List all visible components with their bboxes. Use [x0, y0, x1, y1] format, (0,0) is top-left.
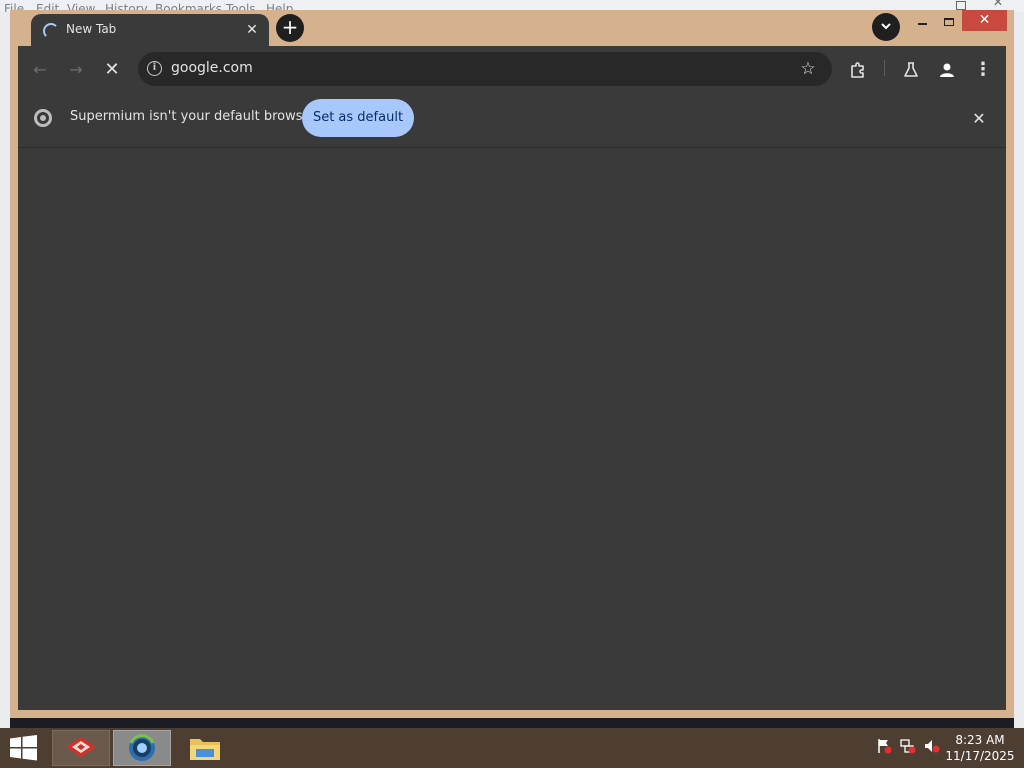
profile-button[interactable]	[935, 58, 959, 82]
clock-time: 8:23 AM	[955, 733, 1005, 747]
default-browser-infobar: Supermium isn't your default browser Set…	[18, 92, 1006, 148]
background-window-edge-right	[1014, 12, 1024, 728]
taskbar-supermium-browser[interactable]	[113, 730, 171, 766]
site-info-icon[interactable]: i	[147, 61, 162, 76]
app-diamond-icon	[66, 737, 96, 757]
toolbar-separator	[884, 60, 885, 76]
infobar-close-button[interactable]: ✕	[968, 108, 990, 130]
page-content[interactable]	[18, 149, 1006, 710]
bg-restore-icon[interactable]	[956, 1, 966, 10]
background-window-edge-left	[0, 12, 10, 728]
start-button[interactable]	[0, 728, 48, 768]
toolbar: ← → ✕ i google.com ☆ ⋮	[18, 46, 1006, 92]
minimize-icon	[918, 23, 927, 25]
tab-loading-icon	[43, 23, 59, 39]
kebab-menu-icon[interactable]: ⋮	[971, 58, 995, 82]
profile-icon	[940, 63, 954, 77]
tab-new-tab[interactable]: New Tab ✕	[31, 14, 269, 48]
supermium-browser-icon	[129, 734, 155, 761]
tab-title: New Tab	[66, 22, 117, 36]
network-icon[interactable]	[900, 738, 916, 754]
taskbar-app-1[interactable]	[52, 730, 110, 766]
set-as-default-button[interactable]: Set as default	[302, 99, 414, 137]
forward-button[interactable]: →	[64, 58, 88, 82]
maximize-icon	[944, 18, 954, 26]
extensions-button[interactable]	[846, 58, 870, 82]
browser-chrome: ← → ✕ i google.com ☆ ⋮ Supermium isn't y…	[18, 46, 1006, 710]
flag-icon[interactable]	[876, 738, 892, 754]
browser-window: New Tab ✕ + ✕ ← → ✕ i google.com ☆ ⋮ Sup…	[10, 10, 1014, 718]
taskbar: 8:23 AM 11/17/2025	[0, 728, 1024, 768]
new-tab-button[interactable]: +	[276, 14, 304, 42]
taskbar-clock[interactable]: 8:23 AM 11/17/2025	[944, 732, 1016, 764]
bg-close-icon[interactable]: ✕	[993, 0, 1003, 9]
close-window-button[interactable]: ✕	[962, 10, 1007, 31]
folder-icon	[190, 739, 220, 760]
back-button[interactable]: ←	[28, 58, 52, 82]
minimize-button[interactable]	[914, 16, 932, 32]
infobar-message: Supermium isn't your default browser	[70, 109, 316, 124]
chevron-down-icon	[881, 23, 891, 30]
stop-loading-button[interactable]: ✕	[100, 58, 124, 82]
tab-search-button[interactable]	[872, 13, 900, 41]
labs-icon	[904, 62, 918, 77]
chromium-logo-icon	[34, 109, 52, 127]
tab-close-button[interactable]: ✕	[242, 20, 262, 40]
maximize-button[interactable]	[940, 15, 958, 31]
clock-date: 11/17/2025	[945, 749, 1015, 763]
bookmark-star-icon[interactable]: ☆	[796, 57, 820, 81]
url-text[interactable]: google.com	[171, 60, 253, 76]
extensions-icon	[851, 62, 864, 78]
address-bar[interactable]: i google.com ☆	[138, 52, 832, 86]
taskbar-file-explorer[interactable]	[176, 730, 234, 766]
speaker-muted-icon[interactable]	[924, 738, 940, 754]
windows-start-icon	[10, 735, 37, 761]
labs-button[interactable]	[899, 58, 923, 82]
